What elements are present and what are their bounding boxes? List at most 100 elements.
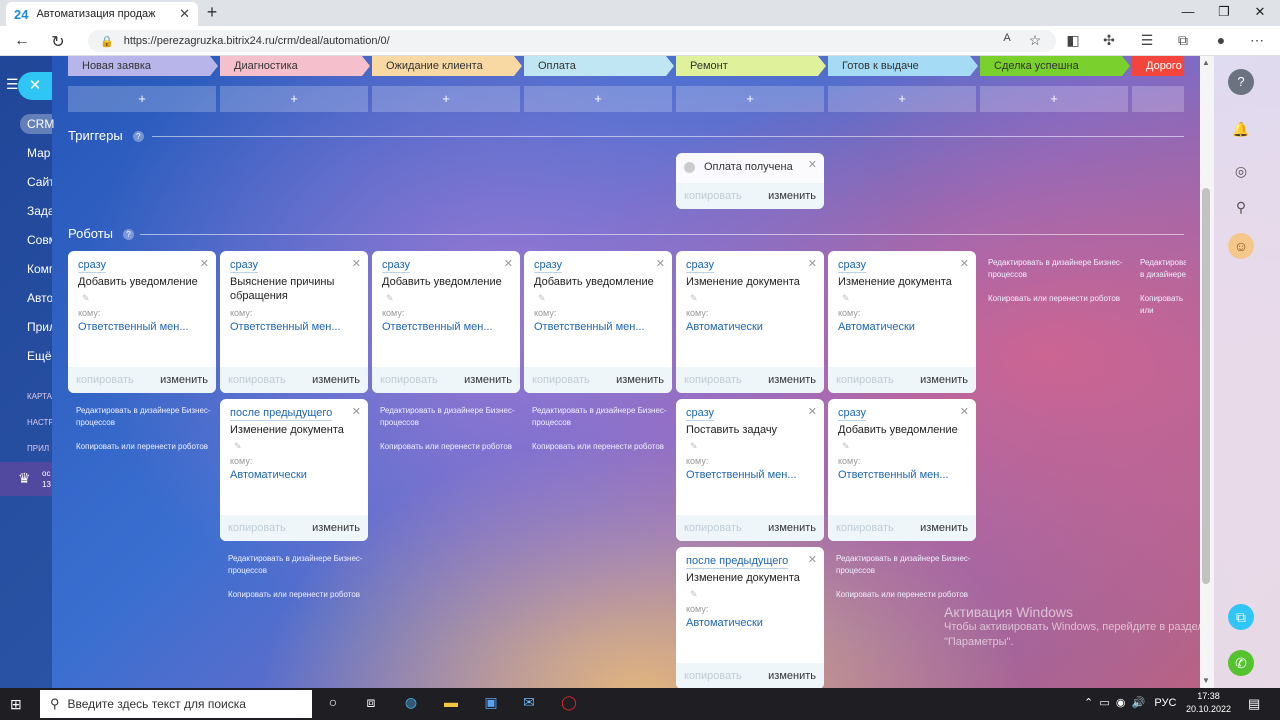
copy-button[interactable]: копировать	[836, 522, 894, 534]
robot-condition[interactable]: сразу	[686, 407, 715, 421]
copy-button[interactable]: копировать	[684, 374, 742, 386]
delete-robot-icon[interactable]: ✕	[504, 257, 513, 270]
edge-icon[interactable]: ◍	[400, 694, 422, 714]
pencil-icon[interactable]: ✎	[538, 293, 546, 304]
menu-item[interactable]: Ещё	[27, 349, 52, 363]
file-explorer-icon[interactable]: ▬	[440, 694, 462, 714]
help-icon[interactable]: ?	[132, 131, 144, 142]
language-indicator[interactable]: РУС	[1154, 697, 1176, 709]
delete-robot-icon[interactable]: ✕	[808, 405, 817, 418]
copy-button[interactable]: копировать	[228, 522, 286, 534]
recipient-value[interactable]: Ответственный мен...	[838, 469, 968, 481]
clock[interactable]: 17:38 20.10.2022	[1186, 690, 1231, 716]
copy-move-robots-link[interactable]: Копировать или перенести роботов	[76, 441, 216, 453]
robot-card[interactable]: сразу ✕ Изменение документа ✎ кому: Автоматич…	[676, 251, 824, 393]
recipient-value[interactable]: Автоматически	[230, 469, 360, 481]
scroll-down-icon[interactable]: ▼	[1202, 676, 1210, 685]
menu-item[interactable]: Комп	[27, 262, 52, 276]
add-trigger-button[interactable]: +	[828, 86, 976, 112]
robot-condition[interactable]: сразу	[382, 259, 411, 273]
mail-icon[interactable]: ✉	[518, 694, 540, 714]
system-tray[interactable]: ⌃ ▭ ◉ 🔊 РУС	[1084, 696, 1176, 709]
copy-button[interactable]: копировать	[228, 374, 286, 386]
close-window-icon[interactable]: ✕	[1250, 4, 1270, 20]
bell-icon[interactable]: 🔔	[1228, 116, 1254, 142]
edit-button[interactable]: изменить	[920, 522, 968, 534]
copy-button[interactable]: копировать	[684, 190, 742, 202]
favorites-icon[interactable]: ☰	[1136, 32, 1158, 49]
robot-condition[interactable]: сразу	[534, 259, 563, 273]
phone-icon[interactable]: ✆	[1228, 650, 1254, 676]
edit-button[interactable]: изменить	[464, 374, 512, 386]
new-tab-button[interactable]: +	[202, 2, 222, 23]
robot-card[interactable]: после предыдущего ✕ Изменение документа ✎ ко…	[220, 399, 368, 541]
puzzle-icon[interactable]: ✣	[1098, 32, 1120, 49]
delete-robot-icon[interactable]: ✕	[200, 257, 209, 270]
pencil-icon[interactable]: ✎	[690, 589, 698, 600]
robot-card[interactable]: сразу ✕ Добавить уведомление ✎ кому: Ответств…	[68, 251, 216, 393]
edit-button[interactable]: изменить	[616, 374, 664, 386]
help-icon[interactable]: ?	[123, 229, 135, 240]
delete-trigger-icon[interactable]: ✕	[808, 158, 817, 171]
edit-button[interactable]: изменить	[768, 190, 816, 202]
minimize-icon[interactable]: —	[1178, 4, 1198, 19]
taskbar-search-field[interactable]: ⚲ Введите здесь текст для поиска	[40, 690, 312, 718]
robot-condition[interactable]: сразу	[838, 407, 867, 421]
pencil-icon[interactable]: ✎	[234, 293, 242, 304]
copy-move-robots-link[interactable]: Копировать или перенести роботов	[988, 293, 1128, 305]
trigger-card[interactable]: Оплата получена ✕ копировать изменить	[676, 153, 824, 209]
collections-icon[interactable]: ⧉	[1172, 32, 1194, 49]
user-block[interactable]: ♛ ос 13	[0, 462, 52, 496]
menu-item-small[interactable]: ПРИЛ	[27, 444, 52, 453]
edit-in-designer-link[interactable]: Редактировать в дизайнере Бизнес-процесс…	[532, 405, 672, 429]
recipient-value[interactable]: Ответственный мен...	[686, 469, 816, 481]
scrollbar-thumb[interactable]	[1202, 188, 1210, 584]
pencil-icon[interactable]: ✎	[842, 441, 850, 452]
robot-card[interactable]: сразу ✕ Поставить задачу ✎ кому: Ответственны…	[676, 399, 824, 541]
notifications-icon[interactable]: ▤	[1248, 696, 1260, 712]
pencil-icon[interactable]: ✎	[690, 441, 698, 452]
delete-robot-icon[interactable]: ✕	[808, 553, 817, 566]
copy-move-robots-link[interactable]: Копировать или перенести роботов	[228, 589, 368, 601]
add-trigger-button[interactable]: +	[980, 86, 1128, 112]
delete-robot-icon[interactable]: ✕	[656, 257, 665, 270]
refresh-icon[interactable]: ↻	[48, 32, 68, 52]
menu-item[interactable]: Зада	[27, 204, 52, 218]
copy-move-robots-link[interactable]: Копировать или перенести роботов	[836, 589, 976, 601]
browser-tab[interactable]: 24 Автоматизация продаж ✕	[6, 2, 198, 26]
delete-robot-icon[interactable]: ✕	[352, 405, 361, 418]
close-slider-button[interactable]: ✕	[18, 72, 52, 100]
menu-item[interactable]: Прил	[27, 320, 52, 334]
menu-item[interactable]: Авто	[27, 291, 52, 305]
cortana-icon[interactable]: ○	[322, 694, 344, 714]
edit-in-designer-link[interactable]: Редактировать в дизайнере Бизнес-процесс	[1140, 257, 1186, 281]
help-icon[interactable]: ?	[1228, 69, 1254, 95]
robot-card[interactable]: сразу ✕ Добавить уведомление ✎ кому: Ответств…	[372, 251, 520, 393]
pencil-icon[interactable]: ✎	[234, 441, 242, 452]
add-trigger-button[interactable]: +	[676, 86, 824, 112]
edit-in-designer-link[interactable]: Редактировать в дизайнере Бизнес-процесс…	[228, 553, 368, 577]
edit-button[interactable]: изменить	[312, 374, 360, 386]
chat-icon[interactable]: ◎	[1228, 158, 1254, 184]
copy-move-robots-link[interactable]: Копировать или перенести роботов	[532, 441, 672, 453]
add-trigger-button[interactable]: +	[220, 86, 368, 112]
recipient-value[interactable]: Ответственный мен...	[230, 321, 360, 333]
recipient-value[interactable]: Ответственный мен...	[78, 321, 208, 333]
opera-icon[interactable]: ◯	[558, 694, 580, 714]
edit-button[interactable]: изменить	[160, 374, 208, 386]
scroll-up-icon[interactable]: ▲	[1202, 58, 1210, 67]
recipient-value[interactable]: Автоматически	[686, 617, 816, 629]
menu-item-small[interactable]: КАРТА	[27, 392, 52, 401]
lock-icon[interactable]: 🔒	[100, 35, 114, 48]
copy-button[interactable]: копировать	[380, 374, 438, 386]
edit-button[interactable]: изменить	[768, 670, 816, 682]
pencil-icon[interactable]: ✎	[82, 293, 90, 304]
close-tab-icon[interactable]: ✕	[179, 6, 190, 22]
store-icon[interactable]: ▣	[480, 694, 502, 714]
page-scrollbar[interactable]: ▲ ▼	[1200, 56, 1214, 688]
copy-button[interactable]: копировать	[836, 374, 894, 386]
robot-condition[interactable]: сразу	[230, 259, 259, 273]
add-trigger-button[interactable]: +	[68, 86, 216, 112]
robot-condition[interactable]: после предыдущего	[230, 407, 333, 421]
recipient-value[interactable]: Автоматически	[686, 321, 816, 333]
